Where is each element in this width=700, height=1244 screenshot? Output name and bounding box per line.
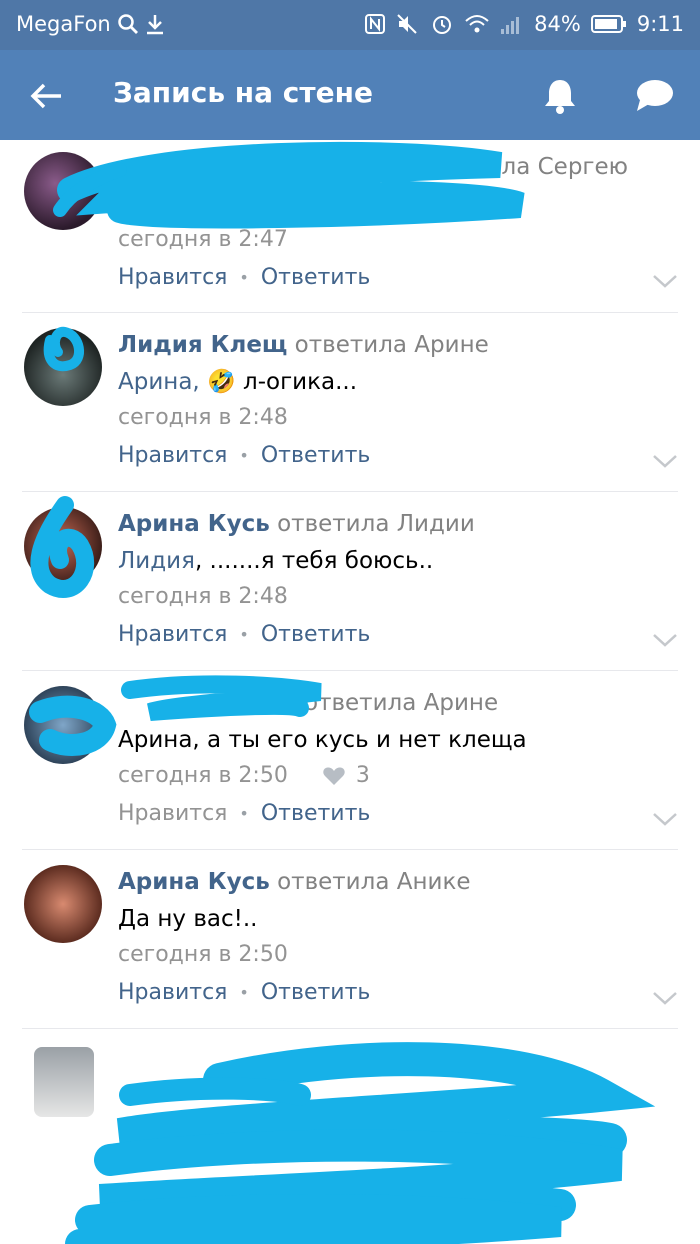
chevron-down-icon[interactable] [652, 273, 678, 289]
arrow-left-icon [30, 83, 61, 109]
bell-icon [545, 80, 575, 114]
comment-item: Лидия Клещ ответила Арине Арина, 🤣 л-оги… [0, 313, 700, 492]
separator-dot: • [239, 804, 249, 823]
mention-link[interactable]: Арина, [118, 369, 200, 395]
avatar[interactable] [24, 152, 102, 230]
mute-icon [396, 12, 420, 36]
avatar[interactable] [24, 328, 102, 406]
comment-item: ответила Сергею ) сегодня в 2:47 Нравитс… [0, 140, 700, 313]
carrier-name: MegaFon [16, 12, 111, 36]
replied-to: ответила Лидии [277, 511, 475, 537]
battery-icon [590, 12, 627, 36]
reply-button[interactable]: Ответить [261, 622, 371, 648]
back-button[interactable] [24, 74, 68, 118]
separator-dot: • [239, 625, 249, 644]
like-button[interactable]: Нравится [118, 980, 227, 1006]
comment-text: , .......я тебя боюсь.. [194, 548, 434, 574]
status-bar: MegaFon 84% 9:11 [0, 0, 700, 50]
like-button[interactable]: Нравится [118, 801, 227, 827]
comment-item: Арина Кусь ответила Лидии Лидия, .......… [0, 492, 700, 671]
mention-link[interactable]: Лидия [118, 548, 195, 574]
top-app-bar: Запись на стене [0, 50, 700, 140]
author-name[interactable]: Арина Кусь [118, 869, 270, 895]
comment-time: сегодня в 2:48 [118, 405, 288, 430]
alarm-icon [430, 12, 454, 36]
speech-bubble-icon [637, 80, 673, 111]
emoji: 🤣 [207, 369, 236, 395]
author-name[interactable]: Арина Кусь [118, 511, 270, 537]
replied-to: ответила Арине [294, 332, 489, 358]
chevron-down-icon[interactable] [652, 811, 678, 827]
search-icon [117, 12, 139, 36]
notifications-button[interactable] [538, 74, 582, 118]
chevron-down-icon[interactable] [652, 453, 678, 469]
likes-count: 3 [355, 763, 370, 788]
heart-icon [323, 767, 345, 785]
separator-dot: • [239, 983, 249, 1002]
battery-percent: 84% [534, 12, 581, 36]
comment-time: сегодня в 2:47 [118, 227, 288, 252]
replied-to: ответила Анике [277, 869, 471, 895]
wifi-icon [464, 12, 490, 36]
avatar[interactable] [24, 686, 102, 764]
comment-item: Арина Кусь ответила Анике Да ну вас!.. с… [0, 850, 700, 1029]
reply-button[interactable]: Ответить [261, 801, 371, 827]
download-icon [145, 12, 165, 36]
reply-button[interactable]: Ответить [261, 265, 371, 291]
clock: 9:11 [636, 12, 684, 36]
chevron-down-icon[interactable] [652, 990, 678, 1006]
like-button[interactable]: Нравится [118, 443, 227, 469]
reply-button[interactable]: Ответить [261, 980, 371, 1006]
like-button[interactable]: Нравится [118, 265, 227, 291]
comment-time: сегодня в 2:48 [118, 584, 288, 609]
comment-text: л-огика... [243, 369, 358, 395]
separator-dot: • [239, 268, 249, 287]
chevron-down-icon[interactable] [652, 632, 678, 648]
comment-item: ответила Арине Арина, а ты его кусь и не… [0, 671, 700, 850]
signal-icon [500, 12, 524, 36]
comments-button[interactable] [630, 74, 678, 118]
reply-button[interactable]: Ответить [261, 443, 371, 469]
separator-dot: • [239, 446, 249, 465]
nfc-icon [364, 12, 386, 36]
comment-text: Да ну вас!.. [118, 906, 258, 932]
comment-time: сегодня в 2:50 [118, 942, 288, 967]
comment-time: сегодня в 2:50 [118, 763, 288, 788]
avatar[interactable] [34, 1047, 94, 1117]
like-button[interactable]: Нравится [118, 622, 227, 648]
replied-to: ответила Арине [304, 690, 499, 716]
replied-to: ответила Сергею [418, 154, 629, 180]
avatar[interactable] [24, 507, 102, 585]
avatar[interactable] [24, 865, 102, 943]
author-name[interactable]: Лидия Клещ [118, 332, 287, 358]
comment-text: ) [513, 191, 522, 217]
page-title: Запись на стене [113, 76, 373, 109]
comment-item [0, 1029, 700, 1244]
comment-text: Арина, а ты его кусь и нет клеща [118, 727, 527, 753]
